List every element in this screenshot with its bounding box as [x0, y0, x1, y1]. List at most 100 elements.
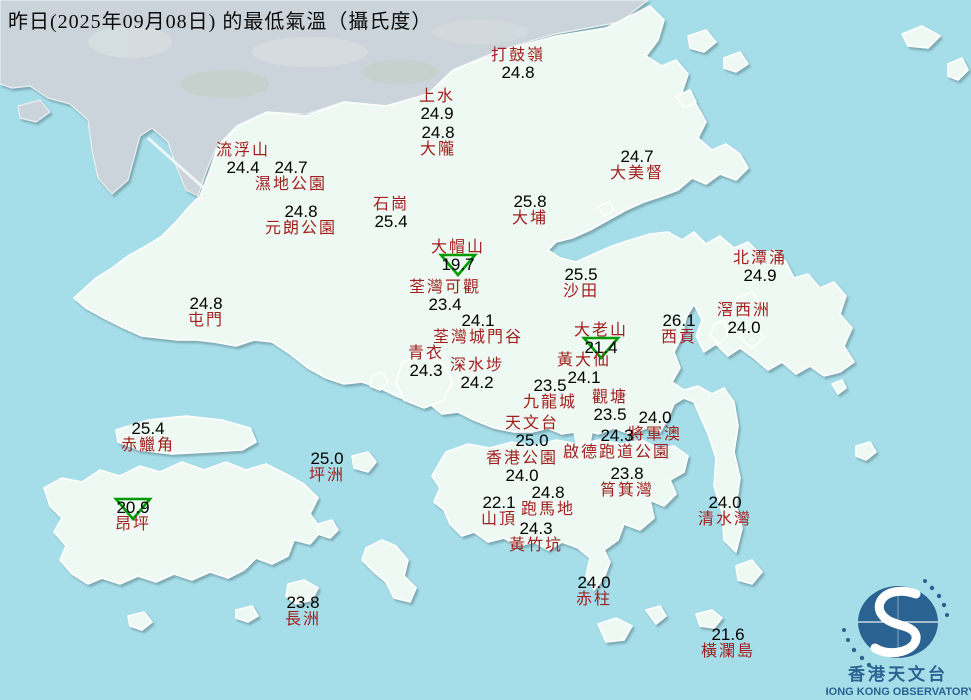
station-label: 石崗	[372, 196, 410, 213]
station-label: 濕地公園	[254, 176, 328, 194]
station-value: 24.0	[638, 408, 672, 427]
station-hong-kong-park: 香港公園 24.0	[485, 450, 559, 484]
station-label: 元朗公園	[264, 220, 338, 238]
station-label: 觀塘	[591, 389, 629, 406]
station-happy-valley: 24.8 跑馬地	[521, 484, 575, 519]
station-label: 赤柱	[575, 591, 613, 609]
station-tai-mo-shan: 大帽山 19.7	[430, 239, 486, 278]
station-value: 24.9	[743, 266, 777, 286]
station-value: 22.1	[482, 493, 516, 512]
station-value: 25.0	[515, 431, 549, 451]
station-hk-observatory: 天文台 25.0	[504, 415, 560, 451]
station-label: 深水埗	[449, 357, 505, 374]
station-label: 黃竹坑	[508, 537, 564, 555]
station-value: 24.8	[284, 202, 318, 221]
station-value: 20.9	[116, 498, 150, 517]
station-value: 24.3	[409, 361, 443, 381]
station-value: 23.8	[610, 464, 644, 483]
station-value: 24.8	[189, 294, 223, 313]
station-label: 荃灣城門谷	[432, 329, 524, 347]
station-label: 屯門	[187, 312, 225, 330]
station-value: 24.0	[577, 573, 611, 592]
station-stanley: 24.0 赤柱	[576, 574, 612, 609]
station-tsuen-wan-ho-koon: 荃灣可觀 23.4	[408, 279, 482, 313]
station-label: 黃大仙	[556, 352, 612, 369]
station-value: 24.9	[420, 104, 454, 124]
station-kai-tak-runway-park: 24.3 啟德跑道公園	[563, 427, 671, 462]
station-peng-chau: 25.0 坪洲	[309, 450, 345, 485]
logo-english-name: HONG KONG OBSERVATORY	[826, 686, 971, 698]
station-value: 23.8	[286, 593, 320, 612]
station-label: 沙田	[562, 283, 600, 301]
station-value: 25.4	[131, 419, 165, 438]
station-label: 荃灣可觀	[408, 279, 482, 296]
station-sham-shui-po: 深水埗 24.2	[449, 357, 505, 393]
station-label: 北潭涌	[732, 250, 788, 267]
station-value: 24.0	[727, 318, 761, 338]
map-title: 昨日(2025年09月08日) 的最低氣溫（攝氏度）	[8, 11, 433, 33]
station-label: 大老山	[573, 322, 629, 339]
station-label: 橫瀾島	[700, 643, 756, 661]
station-sha-tin: 25.5 沙田	[563, 266, 599, 301]
station-label: 清水灣	[697, 511, 753, 529]
station-value: 24.2	[460, 373, 494, 393]
station-kwun-tong: 觀塘 23.5	[591, 389, 629, 425]
station-value: 24.7	[620, 147, 654, 166]
station-kowloon-city: 23.5 九龍城	[523, 377, 577, 412]
station-chek-lap-kok: 25.4 赤鱲角	[121, 420, 175, 455]
station-ngong-ping: 20.9 昂坪	[113, 497, 153, 534]
station-value: 25.8	[513, 192, 547, 211]
logo-chinese-name: 香港天文台	[848, 664, 948, 684]
station-value: 24.8	[501, 63, 535, 83]
station-wetland-park: 24.7 濕地公園	[255, 159, 327, 194]
station-label: 啟德跑道公園	[562, 444, 672, 462]
station-label: 跑馬地	[520, 501, 576, 519]
station-label: 筲箕灣	[599, 482, 655, 500]
station-shek-kong: 石崗 25.4	[372, 196, 410, 232]
station-value: 26.1	[662, 311, 696, 330]
station-value: 24.8	[531, 483, 565, 502]
min-temperature-map: 昨日(2025年09月08日) 的最低氣溫（攝氏度） 打鼓嶺 24.8 上水 24.9…	[0, 0, 971, 700]
station-value: 23.5	[533, 376, 567, 395]
station-label: 天文台	[504, 415, 560, 432]
station-label: 大隴	[419, 141, 457, 159]
station-shau-kei-wan: 23.8 筲箕灣	[600, 465, 654, 500]
station-label: 昂坪	[114, 516, 152, 534]
station-value: 23.5	[593, 405, 627, 425]
station-value: 25.4	[374, 212, 408, 232]
station-label: 大美督	[609, 165, 665, 183]
station-value: 25.0	[310, 449, 344, 468]
hong-kong-observatory-logo: 香港天文台 HONG KONG OBSERVATORY	[826, 579, 971, 698]
station-sheung-shui: 上水 24.9	[418, 88, 456, 124]
station-cheung-chau: 23.8 長洲	[285, 594, 321, 629]
station-value: 24.7	[274, 158, 308, 177]
station-tai-mei-tuk: 24.7 大美督	[610, 148, 664, 183]
station-value: 24.3	[519, 519, 553, 538]
station-clear-water-bay: 24.0 清水灣	[698, 494, 752, 529]
station-label: 大帽山	[430, 239, 486, 256]
station-shing-mun-valley: 24.1 荃灣城門谷	[433, 312, 523, 347]
station-label: 香港公園	[485, 450, 559, 467]
station-waglan-island: 21.6 橫瀾島	[701, 626, 755, 661]
station-yuen-long-park: 24.8 元朗公園	[265, 203, 337, 238]
station-label: 打鼓嶺	[490, 47, 546, 64]
station-label: 上水	[418, 88, 456, 105]
station-value: 24.3	[600, 426, 634, 445]
station-value: 24.1	[461, 311, 495, 330]
station-tsing-yi: 青衣 24.3	[408, 345, 444, 381]
station-pak-tam-chung: 北潭涌 24.9	[732, 250, 788, 286]
station-label: 赤鱲角	[120, 437, 176, 455]
station-label: 坪洲	[308, 467, 346, 485]
station-tai-po: 25.8 大埔	[512, 193, 548, 228]
station-label: 滘西洲	[716, 302, 772, 319]
station-label: 長洲	[284, 611, 322, 629]
station-value: 24.8	[421, 123, 455, 142]
station-label: 九龍城	[522, 394, 578, 412]
station-value: 19.7	[441, 255, 475, 275]
station-label: 流浮山	[215, 142, 271, 159]
station-label: 西貢	[660, 329, 698, 347]
station-value: 24.0	[708, 493, 742, 512]
station-label: 大埔	[511, 210, 549, 228]
station-ta-kwu-ling: 打鼓嶺 24.8	[490, 47, 546, 83]
station-tuen-mun: 24.8 屯門	[188, 295, 224, 330]
